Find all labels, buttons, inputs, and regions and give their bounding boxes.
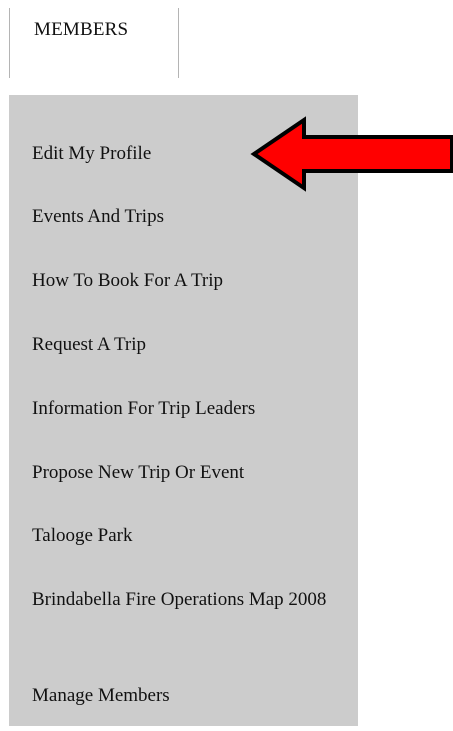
menu-item-brindabella-fire-operations-map-2008[interactable]: Brindabella Fire Operations Map 2008 — [32, 584, 342, 616]
members-tab[interactable]: MEMBERS — [9, 8, 179, 78]
menu-item-propose-new-trip-or-event[interactable]: Propose New Trip Or Event — [32, 457, 342, 489]
menu-item-manage-members[interactable]: Manage Members — [32, 680, 342, 712]
left-arrow-icon — [250, 116, 453, 192]
menu-item-information-for-trip-leaders[interactable]: Information For Trip Leaders — [32, 393, 342, 425]
menu-item-how-to-book-for-a-trip[interactable]: How To Book For A Trip — [32, 265, 342, 297]
members-tab-label: MEMBERS — [34, 19, 129, 40]
menu-item-talooge-park[interactable]: Talooge Park — [32, 520, 342, 552]
left-arrow-shape — [250, 116, 453, 192]
menu-item-events-and-trips[interactable]: Events And Trips — [32, 201, 342, 233]
menu-item-request-a-trip[interactable]: Request A Trip — [32, 329, 342, 361]
